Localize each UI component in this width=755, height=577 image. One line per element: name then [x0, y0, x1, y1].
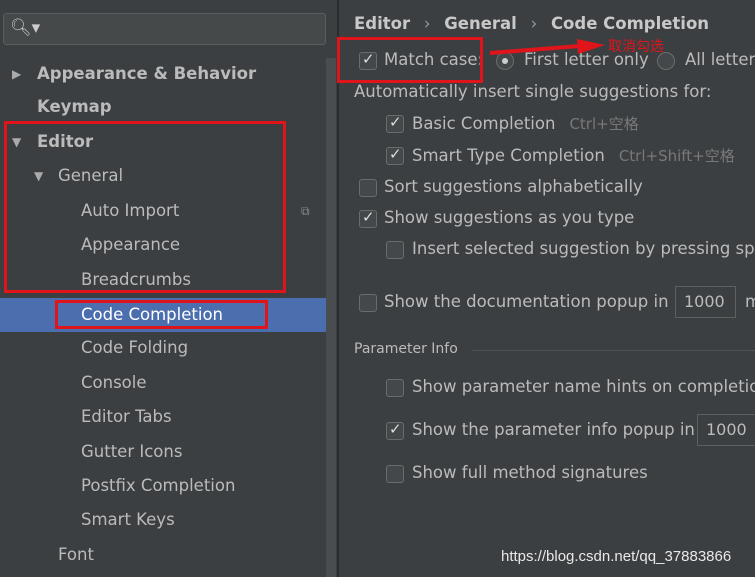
tree-item-editor-tabs[interactable]: Editor Tabs: [0, 400, 326, 434]
tree-item-console[interactable]: Console: [0, 366, 326, 400]
doc-popup-delay-input[interactable]: 1000: [675, 286, 736, 318]
tree-item-editor[interactable]: ▼ Editor: [0, 125, 326, 159]
basic-completion-checkbox[interactable]: [386, 113, 404, 133]
param-popup-label: Show the parameter info popup in: [412, 420, 695, 439]
all-letters-label: All letters: [685, 50, 755, 69]
breadcrumb-item: Code Completion: [550, 14, 710, 33]
doc-popup-label: Show the documentation popup in: [384, 292, 669, 311]
smart-completion-label: Smart Type Completion Ctrl+Shift+空格: [412, 146, 735, 165]
sidebar-scrollbar[interactable]: [326, 58, 336, 577]
show-as-type-checkbox[interactable]: [359, 208, 377, 228]
tree-item-general[interactable]: ▼ General: [0, 159, 326, 193]
parameter-info-section-title: Parameter Info: [354, 341, 458, 357]
full-signatures-label: Show full method signatures: [412, 463, 648, 482]
smart-completion-checkbox[interactable]: [386, 145, 404, 165]
tree-item-auto-import[interactable]: Auto Import ⧉: [0, 194, 326, 228]
tree-item-appearance[interactable]: Appearance: [0, 228, 326, 262]
tree-item-code-folding[interactable]: Code Folding: [0, 331, 326, 365]
param-popup-checkbox[interactable]: [386, 420, 404, 440]
param-hints-label: Show parameter name hints on completion: [412, 377, 755, 396]
param-hints-checkbox[interactable]: [386, 379, 404, 397]
tree-item-font[interactable]: Font: [0, 538, 326, 572]
auto-insert-label: Automatically insert single suggestions …: [354, 82, 712, 101]
tree-item-code-completion[interactable]: Code Completion: [0, 298, 326, 332]
collapse-arrow-icon[interactable]: ▼: [34, 159, 43, 193]
search-input[interactable]: 🔍︎▾: [3, 13, 326, 45]
param-popup-delay-input[interactable]: 1000: [697, 414, 755, 446]
section-divider: [472, 350, 755, 351]
search-icon: 🔍︎▾: [10, 18, 41, 38]
watermark: https://blog.csdn.net/qq_37883866: [501, 548, 732, 565]
settings-sidebar: 🔍︎▾ ▶ Appearance & Behavior Keymap ▼ Edito…: [0, 0, 337, 577]
copy-icon: ⧉: [301, 204, 310, 218]
annotation-arrow-icon: [489, 39, 605, 55]
show-as-type-label: Show suggestions as you type: [384, 208, 635, 227]
collapse-arrow-icon[interactable]: ▼: [12, 125, 21, 159]
tree-item-keymap[interactable]: Keymap: [0, 90, 326, 124]
doc-popup-checkbox[interactable]: [359, 294, 377, 312]
sort-alpha-label: Sort suggestions alphabetically: [384, 177, 643, 196]
sort-alpha-checkbox[interactable]: [359, 179, 377, 197]
match-case-label: Match case:: [384, 50, 484, 69]
breadcrumb: Editor › General › Code Completion: [354, 14, 710, 33]
tree-item-appearance-behavior[interactable]: ▶ Appearance & Behavior: [0, 57, 326, 91]
breadcrumb-item[interactable]: General: [444, 14, 517, 33]
tree-item-smart-keys[interactable]: Smart Keys: [0, 503, 326, 537]
breadcrumb-item[interactable]: Editor: [354, 14, 410, 33]
tree-item-postfix-completion[interactable]: Postfix Completion: [0, 469, 326, 503]
doc-popup-unit: m: [745, 292, 755, 311]
insert-space-label: Insert selected suggestion by pressing s…: [412, 239, 755, 258]
tree-item-breadcrumbs[interactable]: Breadcrumbs: [0, 263, 326, 297]
match-case-checkbox[interactable]: [359, 50, 377, 70]
expand-arrow-icon[interactable]: ▶: [12, 57, 21, 91]
panel-divider[interactable]: [337, 0, 339, 577]
full-signatures-checkbox[interactable]: [386, 465, 404, 483]
basic-completion-label: Basic Completion Ctrl+空格: [412, 114, 639, 133]
insert-space-checkbox[interactable]: [386, 241, 404, 259]
tree-item-gutter-icons[interactable]: Gutter Icons: [0, 435, 326, 469]
annotation-text: 取消勾选: [608, 39, 664, 55]
